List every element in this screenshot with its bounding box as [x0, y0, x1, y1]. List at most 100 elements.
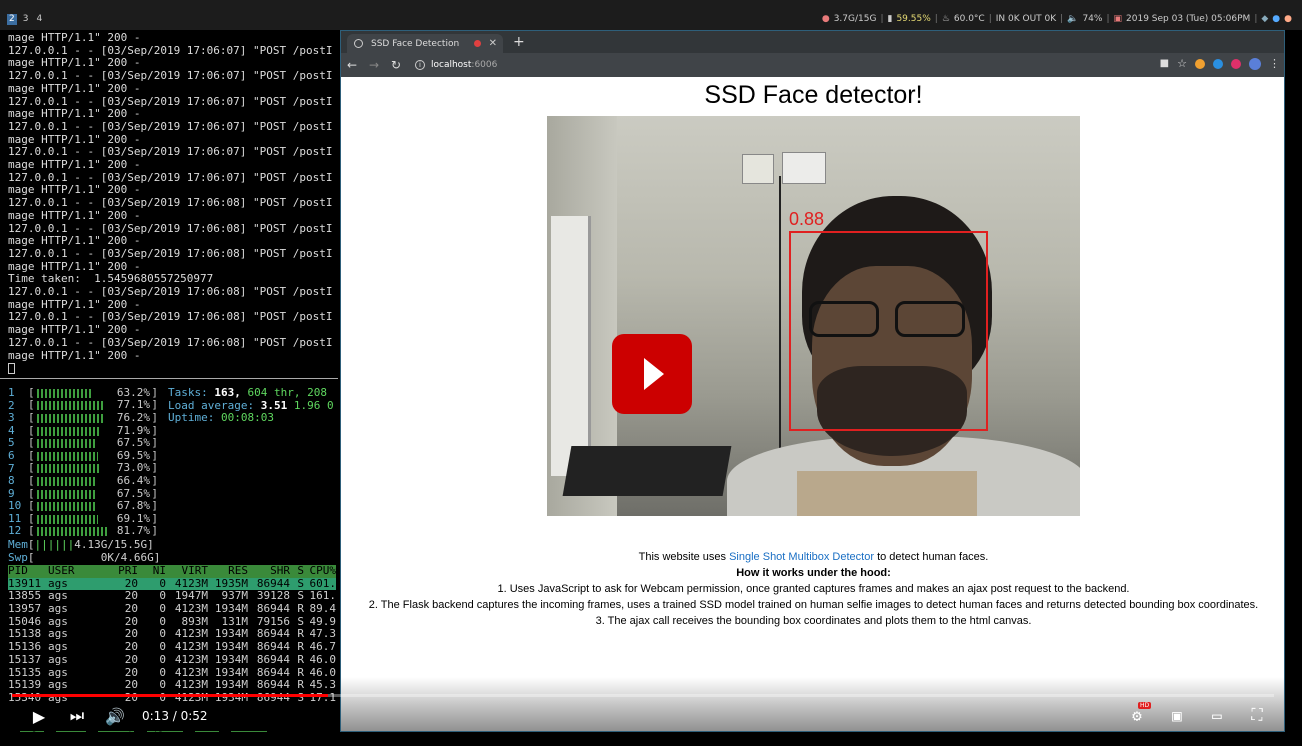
forward-button[interactable]: → [363, 58, 385, 72]
intro-line: This website uses Single Shot Multibox D… [638, 551, 989, 563]
tasks-count: 163, [214, 386, 241, 399]
play-icon[interactable]: ▶ [28, 707, 50, 726]
table-row[interactable]: 13957 ags 20 0 4123M 1934M 86944 R 89.4 [8, 602, 337, 616]
tray-icon[interactable]: ◆ [1261, 14, 1268, 25]
page-title: SSD Face detector! [704, 81, 923, 109]
cpu-meter: 12 [81.7%] [8, 524, 168, 539]
table-cell: 86944 [256, 602, 290, 616]
reload-button[interactable]: ↻ [385, 58, 407, 72]
datetime-status: 2019 Sep 03 (Tue) 05:06PM [1126, 14, 1251, 24]
table-cell: 15137 [8, 652, 42, 666]
cpu-number: 6 [8, 448, 15, 462]
column-header[interactable]: PRI [96, 564, 138, 578]
tasks-label: Tasks: [168, 386, 208, 399]
mem-value: 4.13G/15.5G [74, 538, 148, 551]
cpu-bar-fill [37, 489, 97, 499]
settings-gear-icon[interactable]: ⚙ HD [1126, 701, 1152, 725]
address-bar[interactable]: i localhost:6006 [415, 56, 1115, 74]
back-button[interactable]: ← [341, 58, 363, 72]
toolbar-actions: ■ ☆ ⋮ [1160, 57, 1280, 70]
table-cell: ags [48, 602, 68, 616]
column-header[interactable]: NI [138, 564, 166, 578]
extension-icon[interactable] [1195, 58, 1205, 69]
how-heading: How it works under the hood: [736, 567, 891, 579]
column-header[interactable]: VIRT [166, 564, 209, 578]
menu-icon[interactable]: ⋮ [1269, 57, 1280, 70]
table-cell: 46.7 [309, 640, 337, 654]
cpu-bar: [69.5%] [28, 448, 158, 462]
cpu-percent: 81.7% [116, 524, 150, 538]
htop-summary: Tasks: 163, 604 thr, 208 Load average: 3… [168, 386, 334, 425]
process-table-header[interactable]: PID USER PRI NI VIRT RES SHR S CPU% [8, 564, 337, 578]
separator: | [1060, 14, 1064, 24]
workspace-3[interactable]: 3 [21, 14, 31, 25]
table-row[interactable]: 15137 ags 20 0 4123M 1934M 86944 R 46.0 [8, 652, 336, 667]
process-table[interactable]: PID USER PRI NI VIRT RES SHR S CPU% 13911 ags 20 0 41… [8, 564, 337, 705]
theater-mode-icon[interactable]: ▭ [1206, 706, 1228, 725]
info-icon[interactable]: i [415, 60, 425, 70]
url-host: localhost [431, 60, 472, 70]
cpu-bar: [67.8%] [28, 499, 158, 513]
mem-label: Mem [8, 538, 28, 551]
table-row[interactable]: 15136 ags 20 0 4123M 1934M 86944 R 46.7 [8, 640, 337, 654]
table-cell: 89.4 [309, 602, 337, 616]
new-tab-button[interactable]: + [513, 34, 525, 50]
bookmark-star-icon[interactable]: ☆ [1177, 57, 1187, 70]
server-log: mage HTTP/1.1" 200 - 127.0.0.1 - - [03/S… [8, 31, 336, 375]
camera-icon[interactable]: ■ [1160, 58, 1169, 69]
browser-tab[interactable]: SSD Face Detection ✕ [347, 34, 503, 53]
step-3: 3. The ajax call receives the bounding b… [595, 615, 1032, 627]
close-tab-icon[interactable]: ✕ [489, 38, 497, 49]
column-header[interactable]: SHR [248, 564, 290, 578]
swap-value: 0K/4.66G [100, 550, 154, 564]
column-header[interactable]: PID [8, 564, 48, 578]
separator: | [988, 14, 992, 24]
column-header[interactable]: S [290, 564, 304, 578]
miniplayer-icon[interactable]: ▣ [1166, 706, 1188, 725]
swap-label: Swp [8, 550, 28, 564]
face-bounding-box [789, 231, 988, 431]
extension-icon[interactable] [1213, 58, 1223, 69]
cpu-percent: 66.4% [116, 473, 150, 487]
cpu-bar: [69.1%] [28, 511, 158, 525]
separator: | [1106, 14, 1110, 24]
table-cell: 15136 [8, 640, 42, 654]
htop-panel[interactable]: 1[63.2%] 2[77.1%] 3[76.2%] 4[71.9%] 5[67.5%]… [0, 378, 338, 732]
column-header[interactable]: RES [208, 564, 248, 578]
cpu-bar: [67.5%] [28, 486, 158, 500]
tray-icon[interactable]: ● [1284, 14, 1292, 25]
browser-window[interactable]: SSD Face Detection ✕ + ← → ↻ i localhost… [340, 30, 1285, 732]
ssd-link[interactable]: Single Shot Multibox Detector [729, 551, 874, 563]
profile-avatar-icon[interactable] [1249, 57, 1261, 70]
extension-icon[interactable] [1231, 58, 1241, 69]
table-cell: 4123M [174, 652, 208, 666]
volume-status: 74% [1082, 14, 1103, 24]
table-cell: 13957 [8, 602, 42, 616]
youtube-play-icon[interactable] [612, 334, 692, 414]
cpu-meters: 1[63.2%] 2[77.1%] 3[76.2%] 4[71.9%] 5[67.5%]… [8, 386, 168, 539]
workspace-2[interactable]: 2 [7, 14, 17, 25]
step-1: 1. Uses JavaScript to ask for Webcam per… [497, 583, 1130, 595]
cpu-bar: [76.2%] [28, 410, 158, 424]
network-status: IN 0K OUT 0K [995, 14, 1057, 24]
cpu-bar-fill [37, 388, 93, 398]
video-player-controls: ▶ ⏭ 🔊 0:13 / 0:52 ⚙ HD ▣ ▭ ⛶ [0, 686, 1302, 732]
fullscreen-icon[interactable]: ⛶ [1246, 705, 1268, 725]
workspace-4[interactable]: 4 [34, 14, 44, 25]
battery-status: 59.55% [896, 14, 931, 24]
tray-icon[interactable]: ● [1272, 14, 1280, 25]
terminal-cursor [8, 362, 15, 374]
page-description: This website uses Single Shot Multibox D… [341, 549, 1284, 629]
table-cell: 0 [159, 640, 166, 654]
globe-icon [354, 39, 363, 48]
column-header[interactable]: USER [48, 564, 96, 578]
separator: | [934, 14, 938, 24]
temperature-icon: ♨ [941, 14, 950, 24]
step-2: 2. The Flask backend captures the incomi… [368, 599, 1259, 611]
volume-icon[interactable]: 🔊 [104, 707, 126, 726]
column-header[interactable]: CPU% [304, 564, 337, 578]
navigation-bar: ← → ↻ i localhost:6006 ■ ☆ ⋮ [341, 53, 1284, 77]
terminal-window[interactable]: mage HTTP/1.1" 200 - 127.0.0.1 - - [03/S… [0, 30, 338, 732]
next-icon[interactable]: ⏭ [66, 706, 88, 726]
table-cell: R [297, 640, 304, 654]
